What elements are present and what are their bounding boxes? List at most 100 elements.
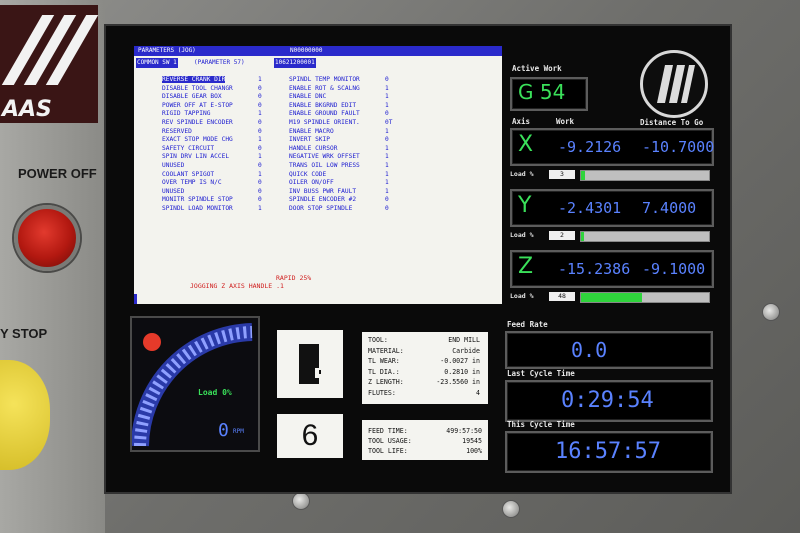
parameter-row[interactable]: M19 SPINDLE ORIENT. 0T — [289, 119, 399, 128]
info-label: TOOL LIFE: — [368, 447, 408, 455]
axis-load-label: Load % — [510, 170, 534, 178]
axis-column-label: Axis — [512, 117, 531, 126]
parameter-row[interactable]: REVERSE CRANK DIR 1 — [162, 76, 272, 85]
parameter-value: 0 — [258, 144, 262, 152]
parameter-name: SAFETY CIRCUIT — [162, 144, 215, 152]
parameter-value: 1 — [385, 179, 389, 187]
this-cycle-time-label: This Cycle Time — [507, 420, 575, 429]
parameter-row[interactable]: ENABLE BKGRND EDIT 1 — [289, 102, 399, 111]
parameter-name: DISABLE GEAR BOX — [162, 93, 222, 101]
parameter-row[interactable]: DISABLE GEAR BOX 0 — [162, 93, 272, 102]
parameter-row[interactable]: SAFETY CIRCUIT 0 — [162, 145, 272, 154]
distance-to-go-label: Distance To Go — [640, 118, 704, 127]
parameter-row[interactable]: UNUSED 0 — [162, 162, 272, 171]
parameter-value: 1 — [258, 170, 262, 178]
parameter-row[interactable]: OVER TEMP IS N/C 0 — [162, 179, 272, 188]
axis-position-display: Y -2.4301 7.4000 — [510, 189, 714, 227]
parameter-name: SPIN DRV LIN ACCEL — [162, 153, 230, 161]
info-value: 499:57:50 — [446, 427, 482, 435]
parameter-name: REVERSE CRANK DIR — [162, 76, 226, 83]
info-value: 0.2810 in — [444, 367, 480, 376]
parameter-value: 1 — [385, 84, 389, 92]
logo-text: AAS — [2, 97, 52, 122]
axis-load-fill — [581, 171, 585, 180]
parameter-value: 0 — [258, 161, 262, 169]
parameter-value: 1 — [385, 93, 389, 101]
parameter-name: UNUSED — [162, 187, 185, 195]
parameter-row[interactable]: TRANS OIL LOW PRESS 1 — [289, 162, 399, 171]
parameter-value: 1 — [385, 187, 389, 195]
parameter-name: DISABLE TOOL CHANGR — [162, 84, 233, 92]
parameter-value: 0 — [258, 118, 262, 126]
parameter-row[interactable]: INVERT SKIP 0 — [289, 136, 399, 145]
power-off-label: POWER OFF — [18, 166, 97, 181]
axis-load-bar — [580, 170, 710, 181]
parameter-row[interactable]: ENABLE ROT & SCALNG 1 — [289, 85, 399, 94]
emergency-stop-button[interactable] — [0, 360, 50, 470]
info-label: Z LENGTH: — [368, 378, 404, 386]
parameter-row[interactable]: DOOR STOP SPINDLE 0 — [289, 205, 399, 214]
parameter-value: 1 — [385, 161, 389, 169]
parameter-row[interactable]: QUICK CODE 1 — [289, 171, 399, 180]
tool-usage-panel: FEED TIME: 499:57:50 TOOL USAGE: 19545 TOOL … — [362, 420, 488, 460]
info-value: -0.0027 in — [440, 357, 480, 365]
last-cycle-time-label: Last Cycle Time — [507, 369, 575, 378]
parameters-subheader: COMMON SW 1 (PARAMETER 57) 10621200001 — [134, 58, 502, 68]
parameter-row[interactable]: EXACT STOP MODE CHG 1 — [162, 136, 272, 145]
parameters-window: PARAMETERS (JOG) N00000000 COMMON SW 1 (… — [134, 46, 502, 304]
power-off-button[interactable] — [14, 205, 80, 271]
feed-rate-display: 0.0 — [505, 331, 713, 369]
parameter-row[interactable]: SPINDL LOAD MONITOR 1 — [162, 205, 272, 214]
parameter-value: 0 — [385, 204, 389, 212]
parameter-row[interactable]: RESERVED 0 — [162, 128, 272, 137]
parameter-name: DOOR STOP SPINDLE — [289, 204, 353, 212]
parameter-row[interactable]: REV SPINDLE ENCODER 0 — [162, 119, 272, 128]
parameter-row[interactable]: ENABLE GROUND FAULT 0 — [289, 110, 399, 119]
parameter-row[interactable]: HANDLE CURSOR 1 — [289, 145, 399, 154]
parameter-name: REV SPINDLE ENCODER — [162, 118, 233, 126]
parameter-row[interactable]: OILER ON/OFF 1 — [289, 179, 399, 188]
parameter-value: 1 — [258, 110, 262, 118]
parameter-name: RIGID TAPPING — [162, 110, 211, 118]
axis-load-value: 3 — [549, 170, 575, 179]
parameter-row[interactable]: COOLANT SPIGOT 1 — [162, 171, 272, 180]
parameter-name: NEGATIVE WRK OFFSET — [289, 153, 360, 161]
parameter-row[interactable]: DISABLE TOOL CHANGR 0 — [162, 85, 272, 94]
parameter-row[interactable]: RIGID TAPPING 1 — [162, 110, 272, 119]
parameter-value: 1 — [385, 127, 389, 135]
parameter-name: COOLANT SPIGOT — [162, 170, 215, 178]
scroll-indicator — [134, 294, 137, 304]
parameter-row[interactable]: SPINDL TEMP MONITOR 0 — [289, 76, 399, 85]
work-column-label: Work — [556, 117, 575, 126]
parameter-row[interactable]: MONITR SPINDLE STOP 0 — [162, 196, 272, 205]
parameter-value: 1 — [258, 76, 262, 83]
parameter-row[interactable]: SPINDLE ENCODER #2 0 — [289, 196, 399, 205]
parameter-row[interactable]: INV BUSS PWR FAULT 1 — [289, 188, 399, 197]
axis-position-display: Z -15.2386 -9.1000 — [510, 250, 714, 288]
parameter-row[interactable]: NEGATIVE WRK OFFSET 1 — [289, 153, 399, 162]
parameter-row[interactable]: ENABLE DNC 1 — [289, 93, 399, 102]
parameter-value: 1 — [385, 144, 389, 152]
parameter-name: RESERVED — [162, 127, 192, 135]
parameter-list-right: SPINDL TEMP MONITOR 0 ENABLE ROT & SCALNG 1… — [289, 76, 399, 214]
axis-distance-to-go: -10.7000 — [642, 138, 715, 156]
info-label: TOOL: — [368, 336, 388, 344]
parameter-value: 0 — [258, 179, 262, 187]
parameter-value: 0 — [258, 196, 262, 204]
parameter-name: ENABLE DNC — [289, 93, 327, 101]
haas-logo: AAS — [0, 5, 99, 123]
tool-number: 6 — [277, 414, 343, 458]
parameter-group-tab[interactable]: COMMON SW 1 — [136, 58, 178, 68]
parameter-value: 1 — [258, 153, 262, 161]
spindle-load-gauge: Load 0% 0 RPM — [130, 316, 260, 452]
parameter-row[interactable]: SPIN DRV LIN ACCEL 1 — [162, 153, 272, 162]
parameter-value: 0 — [385, 196, 389, 204]
parameter-row[interactable]: ENABLE MACRO 1 — [289, 128, 399, 137]
parameter-name: QUICK CODE — [289, 170, 327, 178]
parameter-value: 0 — [258, 84, 262, 92]
parameter-value: 1 — [385, 101, 389, 109]
parameter-row[interactable]: POWER OFF AT E-STOP 0 — [162, 102, 272, 111]
parameter-value: 0 — [258, 187, 262, 195]
parameter-row[interactable]: UNUSED 0 — [162, 188, 272, 197]
parameter-name: SPINDLE ENCODER #2 — [289, 196, 357, 204]
